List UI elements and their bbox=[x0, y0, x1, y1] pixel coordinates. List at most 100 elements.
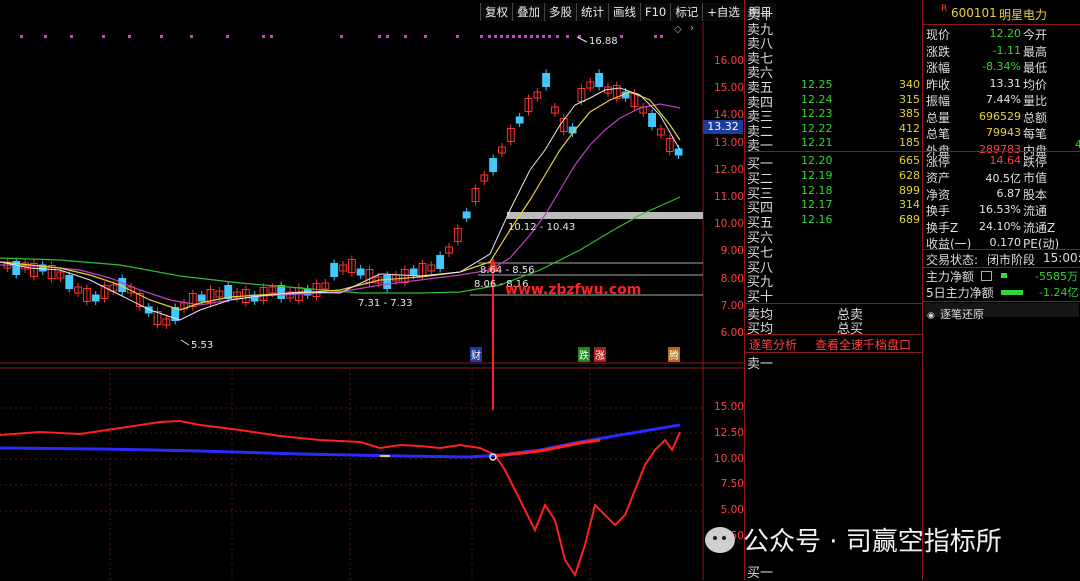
sell-volume: 412 bbox=[899, 121, 920, 135]
candle bbox=[436, 255, 445, 269]
candle bbox=[356, 268, 365, 276]
tab-tick-analysis[interactable]: 逐笔分析 bbox=[749, 336, 797, 353]
list-icon[interactable] bbox=[981, 271, 992, 281]
quote-label: 涨停 bbox=[926, 155, 951, 169]
tb-draw-line[interactable]: 画线 bbox=[608, 3, 640, 21]
tb-overlay[interactable]: 叠加 bbox=[512, 3, 544, 21]
quote-value: -1.11 bbox=[992, 43, 1021, 57]
stock-name: 明星电力 bbox=[999, 8, 1048, 22]
low-price-label: 5.53 bbox=[191, 340, 214, 351]
signal-dot bbox=[340, 35, 343, 38]
tb-statistics[interactable]: 统计 bbox=[576, 3, 608, 21]
quote-right-label: 跌停 bbox=[1023, 155, 1048, 169]
price-tick: 12.00 bbox=[713, 163, 744, 176]
buy-price[interactable]: 12.17 bbox=[801, 198, 833, 211]
signal-dot bbox=[500, 35, 503, 38]
quote-value: 14.64 bbox=[989, 154, 1022, 167]
signal-dot bbox=[456, 35, 459, 38]
quote-right-label: 流通Z bbox=[1023, 220, 1056, 235]
range-label-1: 10.12 - 10.43 bbox=[508, 222, 576, 233]
price-tick: 7.00 bbox=[720, 299, 744, 312]
quote-value: 12.20 bbox=[989, 27, 1022, 40]
market-flag: R bbox=[941, 4, 948, 14]
expand-icon[interactable]: › bbox=[690, 23, 694, 34]
quote-label: 总量 bbox=[926, 110, 951, 125]
quote-right-label: 每笔 bbox=[1023, 127, 1048, 141]
signal-dot bbox=[488, 35, 491, 38]
signal-dot bbox=[102, 35, 105, 38]
buy-volume: 665 bbox=[899, 154, 920, 167]
candle bbox=[542, 73, 551, 87]
range-label-4: 7.31 - 7.33 bbox=[358, 298, 413, 309]
event-badge-soar[interactable]: 腾 bbox=[668, 347, 680, 362]
sell-price[interactable]: 12.23 bbox=[801, 107, 833, 120]
quote-value: 40.5亿 bbox=[985, 172, 1022, 186]
price-tick: 15.00 bbox=[713, 82, 744, 95]
quote-label: 现价 bbox=[926, 28, 951, 42]
wechat-watermark: 公众号 · 司赢空指标所 bbox=[705, 521, 1002, 558]
signal-dot bbox=[654, 35, 657, 38]
price-tick: 13.00 bbox=[713, 136, 744, 149]
price-tick: 6.00 bbox=[720, 327, 744, 339]
buy-volume: 899 bbox=[899, 183, 920, 197]
buy-price[interactable]: 12.20 bbox=[801, 154, 833, 167]
price-tick: 10.00 bbox=[713, 218, 744, 231]
quote-label: 总笔 bbox=[926, 127, 951, 141]
candle bbox=[277, 285, 286, 299]
candle bbox=[595, 73, 604, 87]
quote-label: 资产 bbox=[926, 171, 951, 186]
trade-time: 15:00:0 bbox=[1043, 251, 1080, 265]
candle bbox=[674, 148, 683, 156]
tb-mark[interactable]: 标记 bbox=[670, 3, 703, 21]
buy-price[interactable]: 12.19 bbox=[801, 169, 833, 182]
signal-dot bbox=[620, 35, 623, 38]
event-badge-finance[interactable]: 财 bbox=[470, 347, 482, 362]
tb-f10[interactable]: F10 bbox=[640, 3, 671, 21]
quote-right-label: 最低 bbox=[1023, 61, 1048, 75]
diamond-icon[interactable]: ◇ bbox=[674, 24, 682, 35]
signal-dot bbox=[548, 35, 551, 38]
signal-dot bbox=[524, 35, 527, 38]
candle bbox=[515, 116, 524, 124]
signal-dot bbox=[262, 35, 265, 38]
quote-right-label: 流通 bbox=[1023, 204, 1048, 219]
candle bbox=[91, 294, 100, 302]
signal-dot bbox=[518, 35, 521, 38]
event-badge-fall[interactable]: 跌 bbox=[578, 347, 590, 362]
quote-value: -8.34% bbox=[982, 60, 1021, 73]
inner-vol-partial: 4 bbox=[1075, 138, 1080, 151]
quote-value: 696529 bbox=[979, 109, 1021, 123]
high-price-label: 16.88 bbox=[589, 36, 618, 47]
sell-price[interactable]: 12.24 bbox=[801, 93, 833, 106]
candle bbox=[330, 263, 339, 277]
quote-panel: R 600101 明星电力 现价 12.20 今开 涨跌 -1.11 最高 涨幅 -… bbox=[922, 0, 1080, 580]
signal-dot bbox=[386, 35, 389, 38]
signal-dot bbox=[270, 35, 273, 38]
trade-status-value: 闭市阶段 bbox=[987, 253, 1036, 267]
quote-label: 换手 bbox=[926, 204, 951, 219]
sell-price[interactable]: 12.22 bbox=[801, 122, 833, 135]
tab-full-depth[interactable]: 查看全速千档盘口 bbox=[815, 336, 911, 353]
tick-restore-button[interactable]: ◉ 逐笔还原 bbox=[925, 303, 1079, 321]
signal-dot bbox=[378, 35, 381, 38]
sell-price[interactable]: 12.21 bbox=[801, 136, 833, 149]
quote-label: 振幅 bbox=[926, 94, 951, 108]
signal-dot bbox=[160, 35, 163, 38]
buy-price[interactable]: 12.16 bbox=[801, 213, 833, 226]
tick-restore-icon: ◉ bbox=[927, 311, 935, 321]
signal-dot bbox=[566, 35, 569, 38]
tb-restore-rights[interactable]: 复权 bbox=[480, 3, 512, 21]
candle bbox=[65, 275, 74, 289]
order-book: 卖十 卖九 卖八 卖七 卖六 卖五 12.25 340 卖四 12.24 315 卖… bbox=[744, 0, 922, 581]
quote-value: 79943 bbox=[986, 126, 1021, 139]
event-badge-rise[interactable]: 涨 bbox=[594, 347, 606, 362]
main-net-label: 主力净额 bbox=[926, 270, 975, 284]
signal-dot bbox=[190, 35, 193, 38]
tb-multi-stock[interactable]: 多股 bbox=[544, 3, 576, 21]
buy-price[interactable]: 12.18 bbox=[801, 184, 833, 197]
quote-value: 13.31 bbox=[989, 76, 1022, 90]
sell-price[interactable]: 12.25 bbox=[801, 78, 833, 91]
quote-value: 24.10% bbox=[979, 219, 1021, 233]
quote-label: 涨跌 bbox=[926, 44, 951, 59]
quote-label: 昨收 bbox=[926, 77, 951, 92]
